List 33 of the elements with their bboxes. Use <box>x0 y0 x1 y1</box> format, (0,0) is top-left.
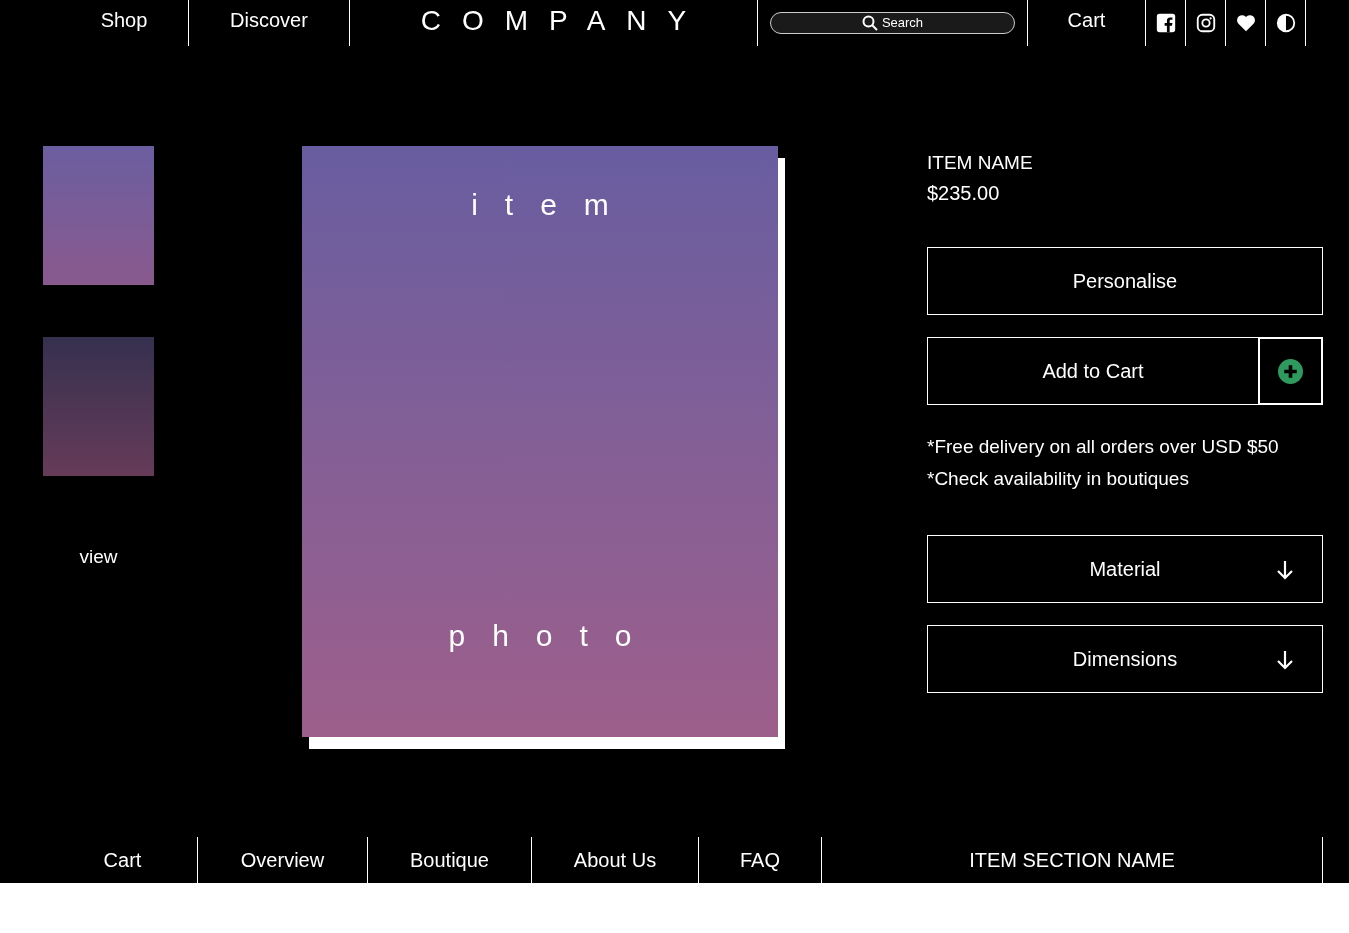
nav-link[interactable]: Shop <box>100 8 148 38</box>
thumbnail[interactable] <box>43 146 154 285</box>
footer-link[interactable]: Boutique <box>410 848 489 872</box>
arrow-down-icon <box>1274 559 1296 581</box>
footer-link[interactable]: Overview <box>240 848 325 872</box>
footer-link[interactable]: ITEM SECTION NAME <box>969 848 1175 872</box>
add-button[interactable] <box>1258 337 1323 405</box>
note-text: *Check availability in boutiques <box>927 467 1190 491</box>
nav-link[interactable]: Discover <box>230 8 308 38</box>
footer-link[interactable]: Cart <box>103 848 142 872</box>
footer-link[interactable]: About Us <box>573 848 657 872</box>
note-text: *Free delivery on all orders over USD $50 <box>927 435 1280 459</box>
image-caption: photo <box>448 619 659 653</box>
footer-link[interactable]: FAQ <box>740 848 780 872</box>
letter-f-icon[interactable] <box>1154 12 1177 34</box>
camera-icon[interactable] <box>1194 12 1217 34</box>
contrast-icon[interactable] <box>1274 12 1297 34</box>
thumbnail[interactable] <box>43 337 154 476</box>
add-to-cart-button[interactable]: Add to Cart <box>927 337 1258 405</box>
search-icon <box>861 14 878 31</box>
item-name: ITEM NAME <box>927 152 1034 174</box>
dropdown-button[interactable]: Dimensions <box>927 625 1323 693</box>
heart-icon[interactable] <box>1234 12 1257 34</box>
item-price: $235.00 <box>927 182 1001 205</box>
dropdown-button[interactable]: Material <box>927 535 1323 603</box>
view-link[interactable]: view <box>43 546 154 568</box>
cart-link[interactable]: Cart <box>1067 8 1106 38</box>
arrow-down-icon <box>1274 649 1296 671</box>
plus-icon <box>1278 358 1303 384</box>
personalise-button[interactable]: Personalise <box>927 247 1323 315</box>
search-field[interactable]: Search <box>770 11 1015 34</box>
logo: COMPANY <box>420 5 708 38</box>
image-caption: item <box>471 188 636 222</box>
